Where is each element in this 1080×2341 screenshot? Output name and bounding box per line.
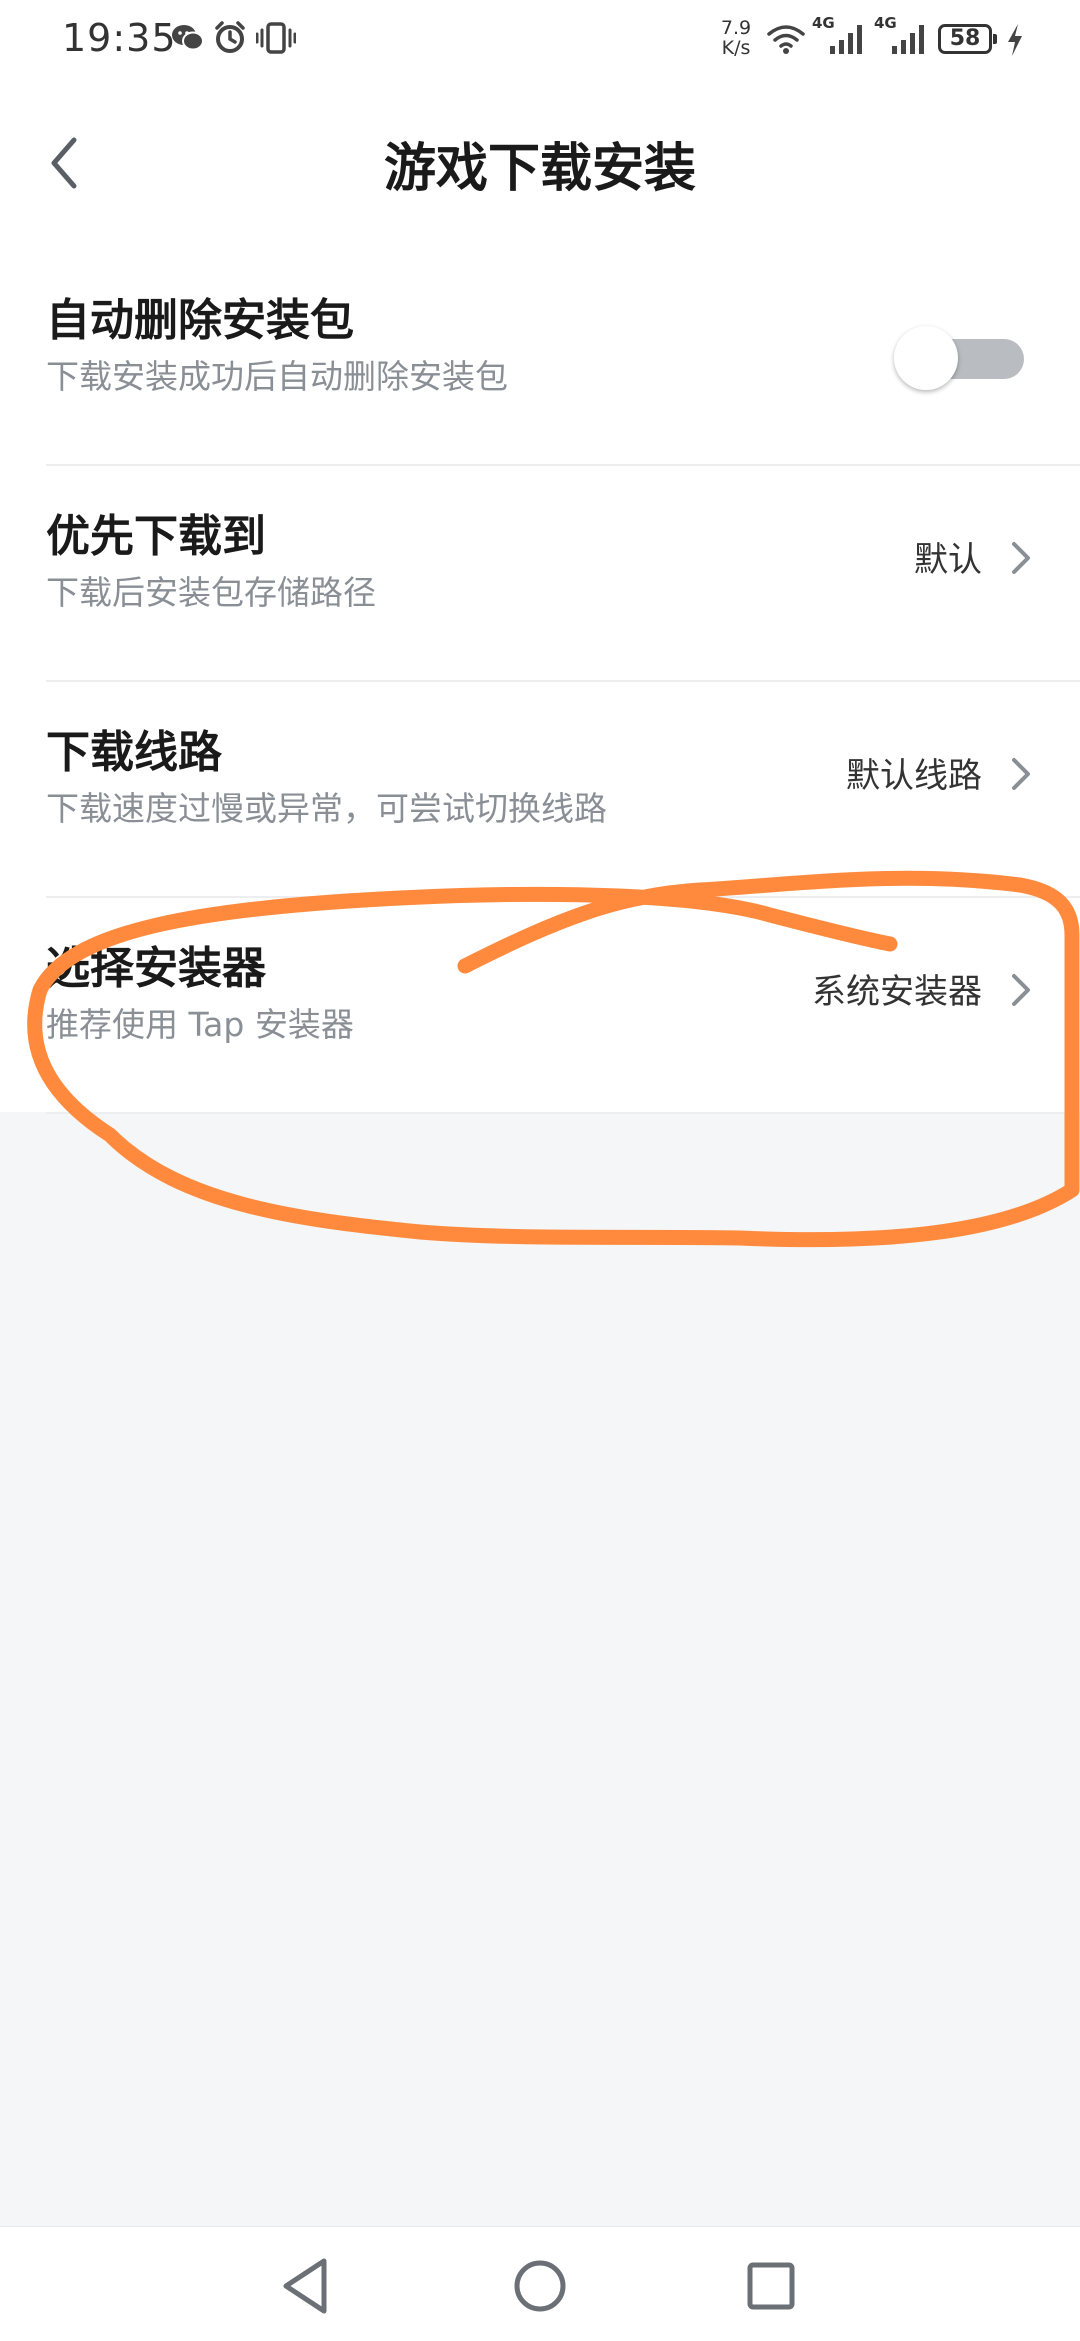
wifi-icon (767, 25, 805, 54)
divider (46, 1112, 1080, 1114)
chevron-right-icon (1012, 974, 1030, 1006)
setting-subtitle: 推荐使用 Tap 安装器 (46, 1005, 354, 1044)
vibrate-icon (256, 22, 296, 54)
network-speed: 7.9 K/s (714, 18, 758, 58)
chevron-right-icon (1012, 542, 1030, 574)
battery-icon: 58 (938, 24, 997, 54)
battery-level: 58 (949, 26, 981, 51)
setting-title: 优先下载到 (46, 511, 266, 562)
setting-title: 选择安装器 (46, 943, 266, 994)
chevron-right-icon (1012, 758, 1030, 790)
nav-recents-button[interactable] (736, 2251, 806, 2321)
status-time: 19:35 (62, 16, 177, 60)
setting-value: 默认线路 (846, 756, 982, 796)
wechat-icon (172, 25, 204, 51)
header: 游戏下载安装 (0, 100, 1080, 230)
network-speed-value: 7.9 (720, 17, 752, 39)
nav-home-button[interactable] (505, 2251, 575, 2321)
toggle-knob (894, 326, 958, 390)
setting-installer[interactable]: 选择安装器 推荐使用 Tap 安装器 系统安装器 (0, 898, 1080, 1114)
setting-title: 自动删除安装包 (46, 295, 354, 346)
page-title: 游戏下载安装 (383, 139, 696, 199)
auto-delete-toggle[interactable] (894, 322, 1030, 394)
triangle-back-icon (283, 2258, 327, 2314)
setting-download-location[interactable]: 优先下载到 下载后安装包存储路径 默认 (0, 466, 1080, 682)
setting-subtitle: 下载安装成功后自动删除安装包 (46, 357, 508, 396)
setting-subtitle: 下载后安装包存储路径 (46, 573, 376, 612)
circle-home-icon (514, 2260, 566, 2312)
setting-value: 系统安装器 (812, 972, 982, 1012)
signal-icon (830, 25, 862, 54)
status-bar: 19:35 7.9 K/s 4G 4G 58 (0, 0, 1080, 82)
network-speed-unit: K/s (721, 37, 751, 59)
square-recents-icon (747, 2262, 795, 2310)
system-nav-bar (0, 2226, 1080, 2341)
signal-icon (892, 25, 924, 54)
setting-download-route[interactable]: 下载线路 下载速度过慢或异常，可尝试切换线路 默认线路 (0, 682, 1080, 898)
setting-subtitle: 下载速度过慢或异常，可尝试切换线路 (46, 789, 607, 828)
alarm-icon (215, 21, 245, 53)
setting-title: 下载线路 (46, 727, 222, 778)
setting-value: 默认 (914, 540, 982, 580)
nav-back-button[interactable] (272, 2251, 342, 2321)
charging-icon (1008, 24, 1022, 56)
